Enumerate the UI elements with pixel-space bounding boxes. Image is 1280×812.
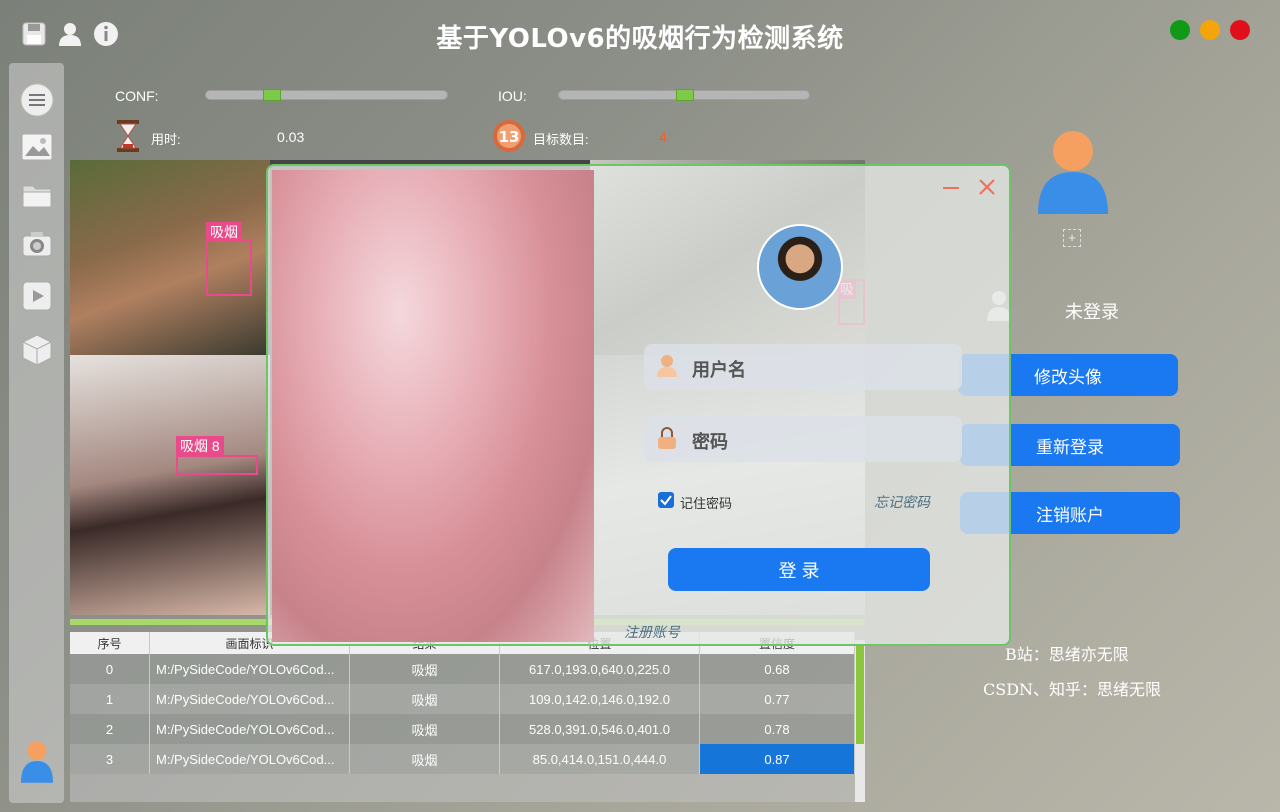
cell-position: 617.0,193.0,640.0,225.0	[500, 654, 700, 684]
username-field[interactable]: 用户名	[644, 344, 962, 390]
cell-index: 0	[70, 654, 150, 684]
close-button[interactable]	[1230, 20, 1250, 40]
cell-confidence: 0.77	[700, 684, 855, 714]
cell-result: 吸烟	[350, 714, 500, 744]
conf-slider[interactable]	[205, 89, 448, 101]
password-field[interactable]: 密码	[644, 416, 962, 462]
cell-confidence: 0.78	[700, 714, 855, 744]
model-cube-icon[interactable]	[20, 333, 54, 367]
username-placeholder: 用户名	[692, 360, 746, 380]
app-title: 基于YOLOv6的吸烟行为检测系统	[436, 24, 844, 54]
cell-position: 109.0,142.0,146.0,192.0	[500, 684, 700, 714]
cell-result: 吸烟	[350, 744, 500, 774]
target-count-icon: 13	[492, 119, 526, 153]
video-icon[interactable]	[20, 279, 54, 313]
cell-result: 吸烟	[350, 684, 500, 714]
table-row[interactable]: 3 M:/PySideCode/YOLOv6Cod... 吸烟 85.0,414…	[70, 744, 855, 774]
cell-result: 吸烟	[350, 654, 500, 684]
username-icon	[656, 354, 678, 383]
credit-csdn: CSDN、知乎：思绪无限	[983, 680, 1162, 699]
image-icon[interactable]	[20, 130, 54, 164]
remember-label: 记住密码	[680, 496, 733, 511]
table-row[interactable]: 2 M:/PySideCode/YOLOv6Cod... 吸烟 528.0,39…	[70, 714, 855, 744]
scrollbar-thumb[interactable]	[856, 644, 864, 744]
profile-icon[interactable]	[20, 739, 54, 785]
avatar-icon	[1037, 130, 1109, 220]
maximize-button[interactable]	[1170, 20, 1190, 40]
detection-label: 吸烟 8	[176, 436, 224, 456]
time-value: 0.03	[277, 129, 305, 145]
cell-path: M:/PySideCode/YOLOv6Cod...	[150, 654, 350, 684]
menu-icon[interactable]	[20, 83, 54, 117]
register-link[interactable]: 注册账号	[624, 622, 680, 642]
cell-path: M:/PySideCode/YOLOv6Cod...	[150, 744, 350, 774]
table-row[interactable]: 1 M:/PySideCode/YOLOv6Cod... 吸烟 109.0,14…	[70, 684, 855, 714]
cell-index: 1	[70, 684, 150, 714]
title-bar: 基于YOLOv6的吸烟行为检测系统	[0, 0, 1280, 66]
login-dialog: 用户名 密码 记住密码 忘记密码 登 录 注册账号	[266, 164, 1011, 646]
user-avatar-photo	[757, 224, 843, 310]
conf-slider-handle[interactable]	[263, 89, 281, 101]
iou-slider-handle[interactable]	[676, 89, 694, 101]
minimize-button[interactable]	[1200, 20, 1220, 40]
close-icon[interactable]	[978, 178, 996, 196]
cell-confidence: 0.68	[700, 654, 855, 684]
remember-checkbox[interactable]	[658, 492, 674, 508]
count-label: 目标数目:	[533, 132, 589, 147]
folder-icon[interactable]	[20, 178, 54, 212]
decorative-cloud-image	[272, 170, 594, 642]
add-avatar-button[interactable]: +	[1063, 229, 1081, 247]
detection-label: 吸烟	[206, 222, 242, 242]
results-table: 序号 画面标识 结果 位置 置信度 0 M:/PySideCode/YOLOv6…	[70, 632, 855, 802]
table-row[interactable]: 0 M:/PySideCode/YOLOv6Cod... 吸烟 617.0,19…	[70, 654, 855, 684]
credit-bilibili: B站：思绪亦无限	[1005, 645, 1129, 664]
column-header[interactable]: 序号	[70, 632, 150, 654]
hourglass-icon	[116, 119, 140, 153]
cell-confidence-selected: 0.87	[700, 744, 855, 774]
sidebar	[9, 63, 64, 803]
cell-index: 2	[70, 714, 150, 744]
svg-text:13: 13	[499, 128, 520, 146]
camera-icon[interactable]	[20, 227, 54, 261]
minimize-icon[interactable]	[942, 178, 960, 196]
count-value: 4	[659, 129, 667, 145]
cell-position: 85.0,414.0,151.0,444.0	[500, 744, 700, 774]
login-button[interactable]: 登 录	[668, 548, 930, 591]
table-scrollbar[interactable]	[855, 640, 865, 802]
login-status: 未登录	[1065, 302, 1119, 322]
image-tile	[70, 355, 270, 615]
cell-index: 3	[70, 744, 150, 774]
iou-slider[interactable]	[558, 89, 810, 101]
detection-box: 吸烟	[206, 222, 252, 296]
password-placeholder: 密码	[692, 432, 728, 452]
conf-label: CONF:	[115, 88, 159, 104]
lock-icon	[656, 426, 678, 455]
forgot-password-link[interactable]: 忘记密码	[874, 492, 930, 512]
cell-path: M:/PySideCode/YOLOv6Cod...	[150, 714, 350, 744]
detection-box: 吸烟 8	[176, 436, 258, 475]
iou-label: IOU:	[498, 88, 527, 104]
time-label: 用时:	[151, 132, 181, 147]
cell-path: M:/PySideCode/YOLOv6Cod...	[150, 684, 350, 714]
cell-position: 528.0,391.0,546.0,401.0	[500, 714, 700, 744]
